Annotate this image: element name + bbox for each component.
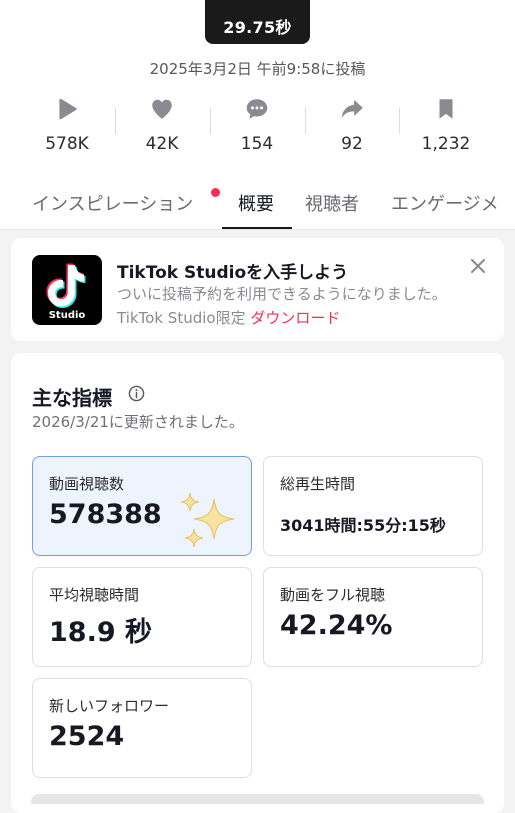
tab-engagement[interactable]: エンゲージメ bbox=[391, 190, 499, 216]
download-link[interactable]: ダウンロード bbox=[250, 309, 340, 327]
play-icon bbox=[59, 98, 77, 120]
metric-label: 動画をフル視聴 bbox=[280, 586, 386, 604]
stat-divider bbox=[210, 108, 211, 134]
metric-average-watch-time[interactable]: 平均視聴時間 18.9 秒 bbox=[32, 567, 252, 667]
video-header: 29.75秒 2025年3月2日 午前9:58に投稿 578K 42K 154 … bbox=[0, 0, 515, 230]
metric-new-followers[interactable]: 新しいフォロワー 2524 bbox=[32, 678, 252, 778]
metric-label: 動画視聴数 bbox=[49, 475, 125, 493]
metric-value: 2524 bbox=[49, 721, 125, 752]
info-icon[interactable] bbox=[128, 385, 145, 402]
stat-divider bbox=[305, 108, 306, 134]
video-thumbnail[interactable]: 29.75秒 bbox=[205, 0, 310, 44]
views-count: 578K bbox=[45, 134, 89, 154]
metric-label: 総再生時間 bbox=[280, 475, 356, 493]
comments-count: 154 bbox=[240, 134, 274, 154]
close-icon[interactable] bbox=[468, 256, 488, 276]
share-icon bbox=[341, 99, 363, 119]
metric-value: 578388 bbox=[49, 499, 162, 530]
bookmark-icon bbox=[439, 99, 453, 119]
heart-icon bbox=[152, 99, 172, 119]
analytics-tabs: インスピレーション 概要 視聴者 エンゲージメ bbox=[0, 180, 515, 230]
tabs-divider bbox=[0, 229, 515, 230]
key-metrics-card: 主な指標 2026/3/21に更新されました。 動画視聴数 578388 総再生… bbox=[11, 353, 504, 813]
tiktok-studio-logo: Studio bbox=[32, 255, 102, 325]
tab-overview[interactable]: 概要 bbox=[238, 190, 274, 216]
key-metrics-title: 主な指標 bbox=[32, 386, 112, 410]
shares-count: 92 bbox=[341, 134, 363, 154]
stat-divider bbox=[115, 108, 116, 134]
video-duration: 29.75秒 bbox=[223, 18, 292, 37]
banner-description: ついに投稿予約を利用できるようになりました。TikTok Studio限定 ダウ… bbox=[117, 282, 457, 330]
banner-title: TikTok Studioを入手しよう bbox=[117, 263, 349, 283]
stat-likes: 42K bbox=[117, 96, 207, 162]
stat-shares: 92 bbox=[307, 96, 397, 162]
comment-icon bbox=[246, 99, 268, 119]
stat-views: 578K bbox=[22, 96, 112, 162]
notification-dot bbox=[211, 188, 220, 197]
saves-count: 1,232 bbox=[421, 134, 471, 154]
metric-full-video-watched[interactable]: 動画をフル視聴 42.24% bbox=[263, 567, 483, 667]
metric-value: 3041時間:55分:15秒 bbox=[280, 516, 446, 535]
tab-inspiration[interactable]: インスピレーション bbox=[32, 190, 193, 216]
tiktok-studio-banner[interactable]: Studio TikTok Studioを入手しよう ついに投稿予約を利用できる… bbox=[11, 238, 504, 341]
metric-label: 平均視聴時間 bbox=[49, 586, 140, 604]
tab-audience[interactable]: 視聴者 bbox=[305, 190, 359, 216]
stat-comments: 154 bbox=[212, 96, 302, 162]
stat-saves: 1,232 bbox=[401, 96, 491, 162]
studio-logo-label: Studio bbox=[48, 310, 86, 321]
metric-label: 新しいフォロワー bbox=[49, 697, 170, 715]
metric-video-views[interactable]: 動画視聴数 578388 bbox=[32, 456, 252, 556]
metrics-updated-date: 2026/3/21に更新されました。 bbox=[32, 413, 244, 431]
likes-count: 42K bbox=[145, 134, 179, 154]
sparkle-icon bbox=[180, 492, 235, 548]
next-card-peek bbox=[31, 794, 484, 804]
metric-total-watch-time[interactable]: 総再生時間 3041時間:55分:15秒 bbox=[263, 456, 483, 556]
metric-value: 42.24% bbox=[280, 610, 393, 641]
stat-divider bbox=[399, 108, 400, 134]
stats-row: 578K 42K 154 92 1,232 bbox=[0, 96, 515, 162]
metric-value: 18.9 秒 bbox=[49, 617, 153, 648]
post-date: 2025年3月2日 午前9:58に投稿 bbox=[149, 60, 366, 78]
